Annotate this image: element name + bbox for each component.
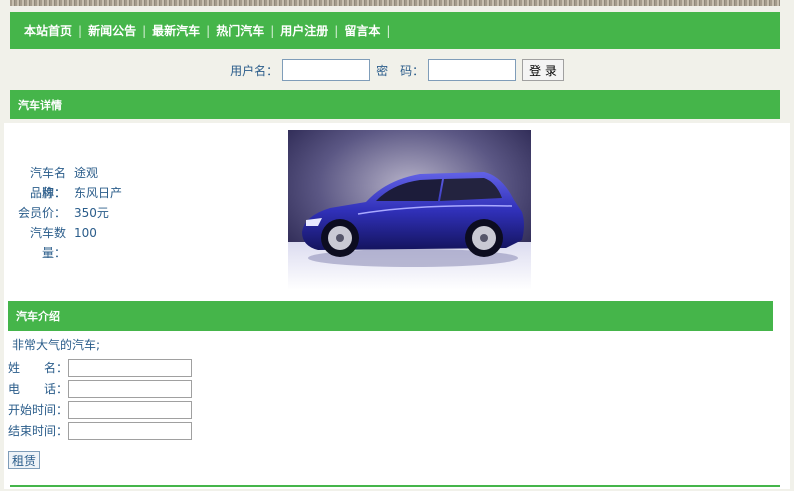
nav-separator: | xyxy=(334,23,339,38)
phone-input[interactable] xyxy=(68,379,193,398)
start-time-input[interactable] xyxy=(68,400,193,419)
start-time-row: 开始时间： xyxy=(8,399,193,420)
car-intro-header: 汽车介绍 xyxy=(8,301,773,331)
name-input[interactable] xyxy=(68,358,193,377)
brand-row: 品牌： 东风日产 xyxy=(8,183,122,203)
car-name-row: 汽车名称： 途观 xyxy=(8,163,122,200)
top-decoration-strip xyxy=(10,0,780,6)
main-nav: 本站首页 | 新闻公告 | 最新汽车 | 热门汽车 | 用户注册 | 留言本 | xyxy=(10,12,780,49)
bottom-divider xyxy=(10,485,780,487)
quantity-label: 汽车数量： xyxy=(29,226,66,260)
phone-label: 电 话： xyxy=(8,382,69,396)
submit-row: 租赁 xyxy=(8,449,192,470)
member-price-value: 350元 xyxy=(74,206,109,220)
name-label: 姓 名： xyxy=(8,361,69,375)
password-label: 密 码： xyxy=(376,63,425,78)
nav-separator: | xyxy=(386,23,391,38)
nav-item-home[interactable]: 本站首页 xyxy=(22,22,74,39)
quantity-value: 100 xyxy=(74,226,97,240)
member-price-label: 会员价： xyxy=(17,206,66,220)
car-photo xyxy=(288,130,531,290)
car-detail-header: 汽车详情 xyxy=(10,90,780,119)
nav-separator: | xyxy=(78,23,83,38)
nav-item-news[interactable]: 新闻公告 xyxy=(86,22,138,39)
end-time-input[interactable] xyxy=(68,421,193,440)
content-panel: 汽车名称： 途观 品牌： 东风日产 会员价： 350元 汽车数量： 100 汽车… xyxy=(4,123,790,489)
nav-item-new-cars[interactable]: 最新汽车 xyxy=(150,22,202,39)
nav-item-guestbook[interactable]: 留言本 xyxy=(342,22,382,39)
login-button[interactable]: 登 录 xyxy=(522,59,564,81)
end-time-row: 结束时间： xyxy=(8,420,193,441)
nav-separator: | xyxy=(270,23,275,38)
end-time-label: 结束时间： xyxy=(8,424,69,438)
password-input[interactable] xyxy=(428,59,517,81)
car-name-value: 途观 xyxy=(74,166,99,180)
nav-item-hot-cars[interactable]: 热门汽车 xyxy=(214,22,266,39)
car-info: 汽车名称： 途观 品牌： 东风日产 会员价： 350元 汽车数量： 100 xyxy=(8,163,122,260)
rent-button[interactable]: 租赁 xyxy=(8,450,41,469)
brand-label: 品牌： xyxy=(29,186,66,200)
phone-row: 电 话： xyxy=(8,378,193,399)
quantity-row: 汽车数量： 100 xyxy=(8,223,122,260)
username-input[interactable] xyxy=(282,59,371,81)
brand-value: 东风日产 xyxy=(74,186,123,200)
nav-separator: | xyxy=(142,23,147,38)
nav-separator: | xyxy=(206,23,211,38)
member-price-row: 会员价： 350元 xyxy=(8,203,122,223)
username-label: 用户名： xyxy=(230,63,279,78)
login-form: 用户名： 密 码： 登 录 xyxy=(0,57,794,83)
nav-item-register[interactable]: 用户注册 xyxy=(278,22,330,39)
start-time-label: 开始时间： xyxy=(8,403,69,417)
car-name-label: 汽车名称： xyxy=(29,166,66,200)
car-intro-text: 非常大气的汽车; xyxy=(12,338,101,352)
name-row: 姓 名： xyxy=(8,357,193,378)
rental-form: 姓 名： 电 话： 开始时间： 结束时间： 租赁 xyxy=(8,357,193,470)
